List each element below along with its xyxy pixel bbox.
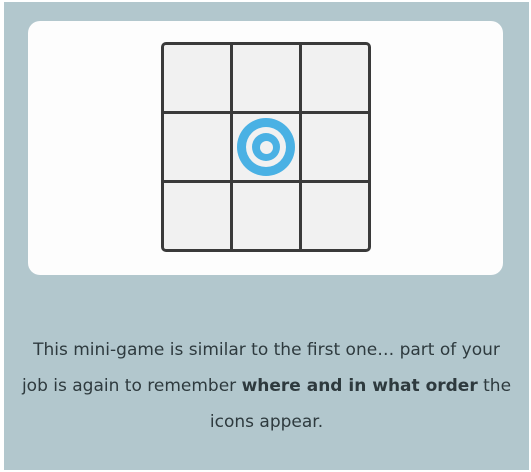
target-center (259, 140, 273, 154)
grid-cell-2-2[interactable] (233, 114, 299, 180)
grid-cell-3-1[interactable] (164, 183, 230, 249)
instruction-text-emphasis: where and in what order (241, 376, 478, 396)
instruction-text: This mini-game is similar to the first o… (20, 332, 513, 440)
grid-cell-1-2[interactable] (233, 45, 299, 111)
grid-cell-3-2[interactable] (233, 183, 299, 249)
target-ring-inner (252, 133, 280, 161)
target-ring-outer (246, 127, 286, 167)
grid-cell-3-3[interactable] (302, 183, 368, 249)
game-preview-card (28, 21, 503, 275)
grid-cell-2-3[interactable] (302, 114, 368, 180)
grid-cell-1-1[interactable] (164, 45, 230, 111)
grid-cell-1-3[interactable] (302, 45, 368, 111)
target-icon (237, 118, 295, 176)
grid-cell-2-1[interactable] (164, 114, 230, 180)
instruction-panel: This mini-game is similar to the first o… (4, 2, 529, 470)
memory-grid (161, 42, 371, 252)
